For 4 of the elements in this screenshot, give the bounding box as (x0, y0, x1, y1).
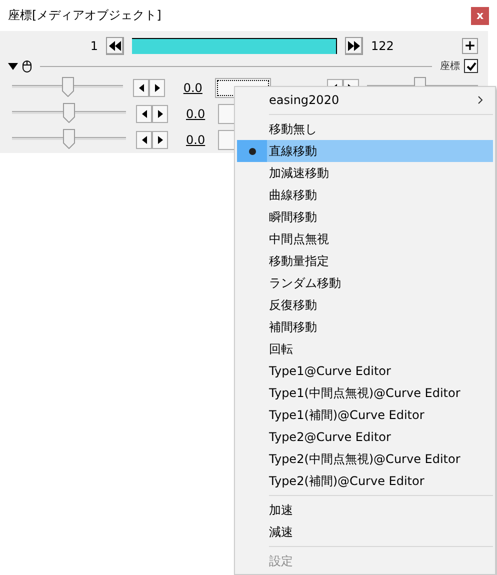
start-frame: 1 (10, 39, 98, 53)
window-title: 座標[メディアオブジェクト] (8, 7, 162, 24)
end-frame: 122 (371, 39, 394, 53)
section-label: 座標 (440, 60, 460, 73)
